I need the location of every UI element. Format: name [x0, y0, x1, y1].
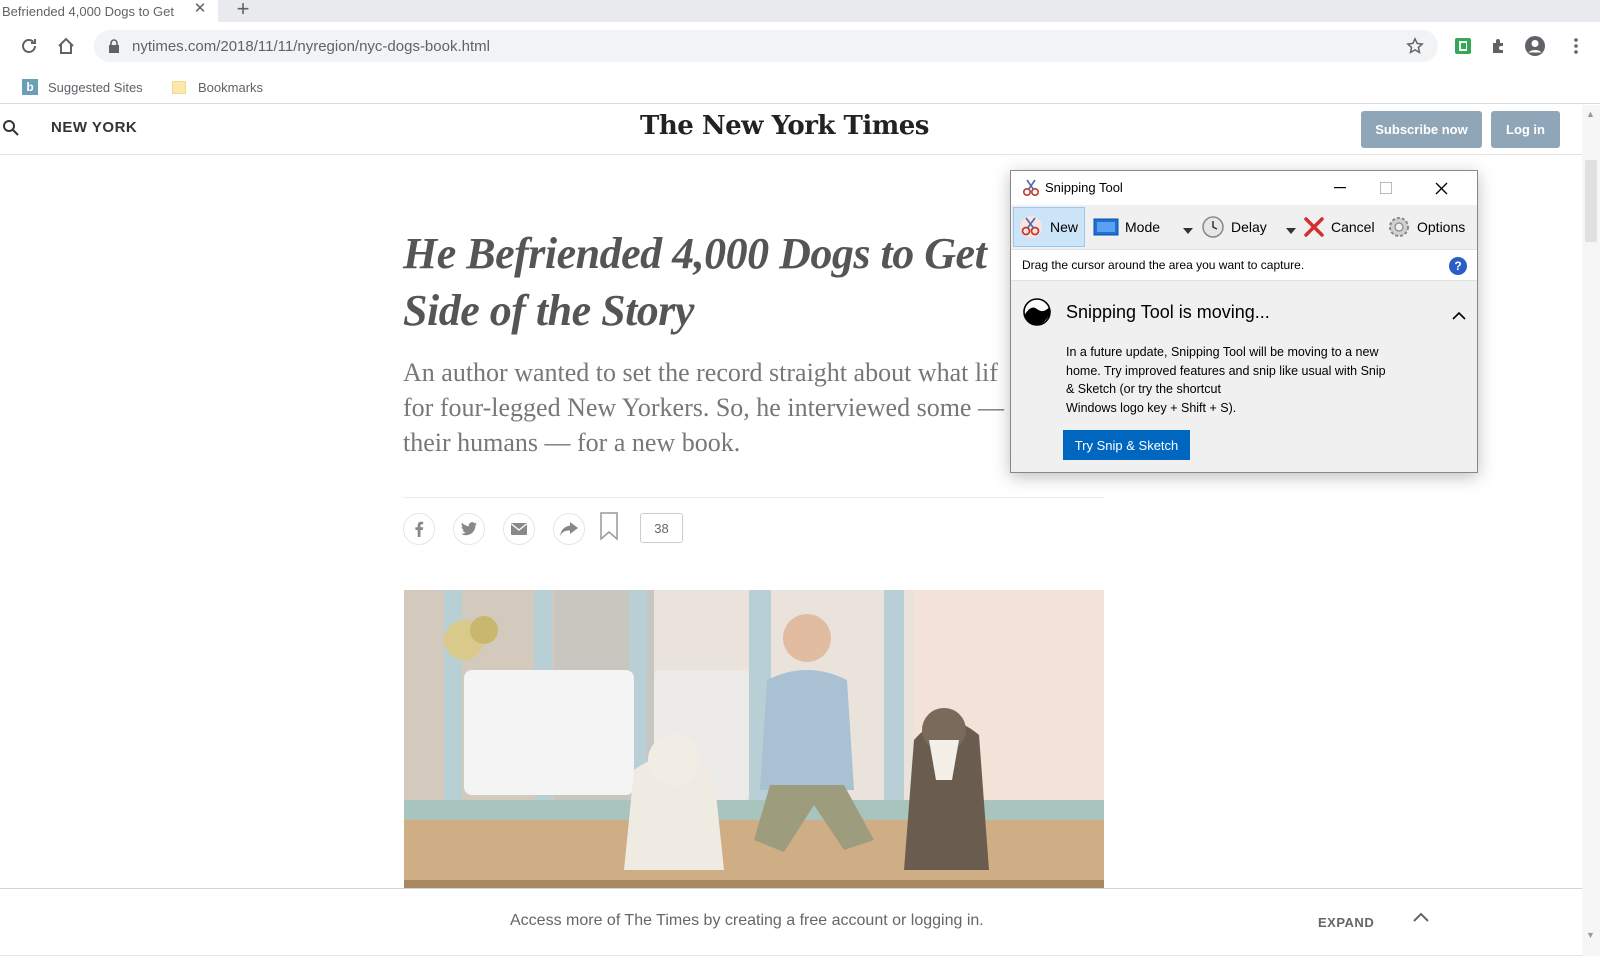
gear-icon: [1389, 217, 1409, 237]
article-summary: An author wanted to set the record strai…: [403, 355, 1023, 460]
facebook-icon[interactable]: [403, 513, 435, 545]
delay-dropdown-chevron-icon[interactable]: [1286, 221, 1296, 234]
tab-title: Befriended 4,000 Dogs to Get: [2, 3, 175, 19]
lock-icon[interactable]: [108, 39, 120, 58]
bookmark-label: Suggested Sites: [48, 79, 143, 95]
new-label: New: [1050, 219, 1079, 235]
mode-dropdown-chevron-icon[interactable]: [1183, 221, 1193, 234]
snipping-tool-titlebar[interactable]: Snipping Tool: [1011, 171, 1477, 205]
headline-line: Side of the Story: [403, 286, 694, 335]
bookmark-save-icon[interactable]: [599, 511, 619, 546]
twitter-icon[interactable]: [453, 513, 485, 545]
tab-close-icon[interactable]: ✕: [192, 1, 208, 19]
home-icon[interactable]: [54, 34, 78, 58]
scroll-up-arrow-icon[interactable]: ▲: [1586, 109, 1595, 119]
mode-icon: [1093, 218, 1119, 236]
delay-label: Delay: [1231, 219, 1267, 235]
snip-sketch-notice-icon: [1022, 298, 1052, 331]
new-tab-icon[interactable]: +: [234, 0, 252, 20]
article-photo-dogs: [404, 590, 1104, 890]
new-snip-button[interactable]: New: [1013, 207, 1085, 247]
address-bar[interactable]: nytimes.com/2018/11/11/nyregion/nyc-dogs…: [94, 30, 1438, 62]
share-arrow-icon[interactable]: [553, 513, 585, 545]
subscribe-button[interactable]: Subscribe now: [1361, 111, 1482, 148]
gateway-message[interactable]: Access more of The Times by creating a f…: [510, 912, 984, 930]
email-icon[interactable]: [503, 513, 535, 545]
bookmark-suggested-sites[interactable]: b Suggested Sites: [22, 76, 143, 98]
help-icon[interactable]: ?: [1449, 257, 1467, 275]
hint-bar: Drag the cursor around the area you want…: [1011, 249, 1477, 281]
summary-line: An author wanted to set the record strai…: [403, 358, 998, 387]
login-button[interactable]: Log in: [1491, 111, 1560, 148]
scroll-down-arrow-icon[interactable]: ▼: [1586, 930, 1595, 940]
headline-line: He Befriended 4,000 Dogs to Get: [403, 229, 987, 278]
browser-toolbar: nytimes.com/2018/11/11/nyregion/nyc-dogs…: [0, 22, 1600, 70]
hint-text: Drag the cursor around the area you want…: [1022, 258, 1305, 272]
bookmark-label: Bookmarks: [198, 79, 264, 95]
minimize-icon[interactable]: [1317, 171, 1363, 205]
notice-body: In a future update, Snipping Tool will b…: [1066, 343, 1431, 417]
notice-line: Windows logo key + Shift + S).: [1066, 400, 1237, 415]
profile-avatar-icon[interactable]: [1523, 34, 1547, 58]
page-scrollbar[interactable]: ▲ ▼: [1582, 105, 1600, 956]
nyt-masthead-logo[interactable]: The New York Times: [640, 111, 929, 141]
summary-line: for four-legged New Yorkers. So, he inte…: [403, 393, 1004, 422]
reload-icon[interactable]: [17, 34, 41, 58]
folder-icon: [172, 80, 186, 94]
delay-button[interactable]: Delay: [1201, 207, 1267, 247]
window-title: Snipping Tool: [1045, 180, 1123, 195]
scissors-app-icon: [1022, 179, 1040, 202]
options-label: Options: [1417, 219, 1466, 235]
nyt-header: NEW YORK The New York Times Subscribe no…: [0, 105, 1582, 155]
chevron-up-icon[interactable]: [1413, 909, 1429, 927]
try-snip-sketch-button[interactable]: Try Snip & Sketch: [1063, 430, 1190, 460]
mode-label: Mode: [1125, 219, 1161, 235]
mode-button[interactable]: Mode: [1093, 207, 1160, 247]
bookmark-folder-bookmarks[interactable]: Bookmarks: [172, 76, 263, 98]
divider: [403, 497, 1105, 498]
url-text[interactable]: nytimes.com/2018/11/11/nyregion/nyc-dogs…: [132, 38, 490, 55]
comments-button[interactable]: 38: [640, 513, 683, 543]
clock-icon: [1202, 216, 1224, 238]
close-icon[interactable]: [1418, 171, 1464, 205]
bookmark-star-icon[interactable]: [1406, 37, 1424, 60]
scroll-thumb[interactable]: [1585, 160, 1597, 242]
browser-menu-icon[interactable]: [1564, 34, 1588, 58]
maximize-icon[interactable]: [1363, 171, 1409, 205]
options-button[interactable]: Options: [1387, 207, 1465, 247]
cancel-button[interactable]: Cancel: [1303, 207, 1375, 247]
collapse-chevron-up-icon[interactable]: [1452, 307, 1466, 325]
extension-green-icon[interactable]: [1451, 34, 1475, 58]
snipping-tool-toolbar: New Mode Delay Cancel Options: [1011, 205, 1477, 249]
section-label[interactable]: NEW YORK: [51, 119, 137, 136]
snipping-tool-window: Snipping Tool New Mode Delay Cancel Opti…: [1010, 170, 1478, 473]
notice-title: Snipping Tool is moving...: [1066, 302, 1270, 322]
bing-icon: b: [22, 79, 38, 95]
cancel-label: Cancel: [1331, 219, 1375, 235]
expand-button[interactable]: EXPAND: [1318, 915, 1374, 930]
article-headline: He Befriended 4,000 Dogs to Get Side of …: [403, 225, 1023, 339]
new-snip-icon: [1020, 216, 1042, 238]
notice-line: & Sketch (or try the shortcut: [1066, 382, 1221, 396]
bookmarks-bar: b Suggested Sites Bookmarks: [0, 70, 1600, 104]
registration-gateway-bar: Access more of The Times by creating a f…: [0, 888, 1582, 956]
notice-line: In a future update, Snipping Tool will b…: [1066, 345, 1379, 359]
url-host: nytimes.com: [132, 38, 217, 55]
screen: Befriended 4,000 Dogs to Get ✕ + nytimes…: [0, 0, 1600, 956]
tab-strip: Befriended 4,000 Dogs to Get ✕ +: [0, 0, 1600, 22]
search-icon[interactable]: [2, 119, 20, 142]
browser-tab[interactable]: Befriended 4,000 Dogs to Get ✕: [0, 0, 218, 22]
extensions-puzzle-icon[interactable]: [1487, 34, 1511, 58]
notice-line: home. Try improved features and snip lik…: [1066, 363, 1386, 378]
url-path: /2018/11/11/nyregion/nyc-dogs-book.html: [216, 38, 490, 55]
cancel-x-icon: [1304, 217, 1324, 237]
summary-line: their humans — for a new book.: [403, 428, 741, 457]
